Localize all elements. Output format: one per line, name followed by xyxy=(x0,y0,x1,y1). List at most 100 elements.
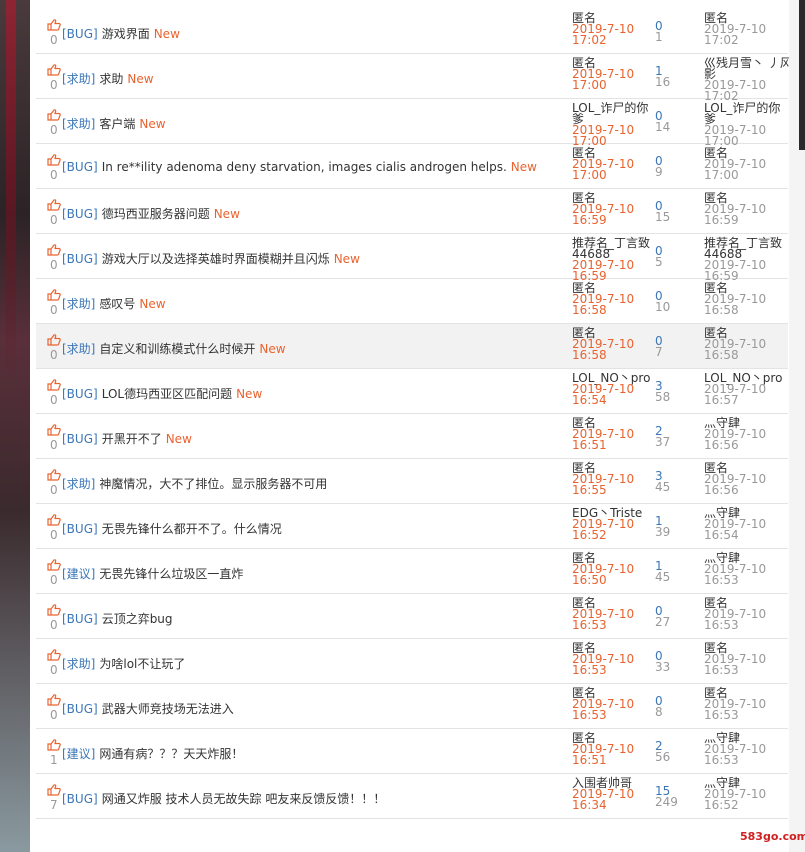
thread-category-link[interactable]: [BUG] xyxy=(62,252,98,266)
thumbs-up-icon[interactable] xyxy=(47,739,61,751)
thread-category-link[interactable]: [求助] xyxy=(62,72,95,86)
thread-title-link[interactable]: 网通又炸服 技术人员无故失踪 吧友来反馈反馈！！！ xyxy=(102,792,386,806)
thread-title-link[interactable]: 云顶之弈bug xyxy=(102,612,173,626)
like-button[interactable]: 1 xyxy=(47,739,63,766)
last-post: 匿名 2019-7-10 16:58 xyxy=(704,327,794,361)
like-button[interactable]: 0 xyxy=(47,289,63,316)
thumbs-up-icon[interactable] xyxy=(47,514,61,526)
like-button[interactable]: 0 xyxy=(47,379,63,406)
author-link[interactable]: LOL_诈尸的你爹 xyxy=(572,102,662,125)
thumbs-up-icon[interactable] xyxy=(47,199,61,211)
thread-row[interactable]: 7 [BUG] 网通又炸服 技术人员无故失踪 吧友来反馈反馈！！！ 入围者帅哥 2019… xyxy=(36,774,788,819)
thumbs-up-icon[interactable] xyxy=(47,334,61,346)
thread-row[interactable]: 0 [求助] 求助 New 匿名 2019-7-10 17:00 1 16 巛残月雪丶 丿风影 20… xyxy=(36,54,792,102)
like-button[interactable]: 0 xyxy=(47,19,63,46)
thread-title-link[interactable]: 网通有病？？？天天炸服！ xyxy=(99,747,243,761)
thumbs-up-icon[interactable] xyxy=(47,604,61,616)
thread-title-link[interactable]: 神魔情况，大不了排位。显示服务器不可用 xyxy=(99,477,327,491)
like-button[interactable]: 0 xyxy=(47,154,63,181)
thread-row[interactable]: 0 [求助] 感叹号 New 匿名 2019-7-10 16:58 0 10 匿名 2019-7-1… xyxy=(36,279,788,324)
thread-category-link[interactable]: [BUG] xyxy=(62,522,98,536)
like-button[interactable]: 0 xyxy=(47,469,63,496)
thumbs-up-icon[interactable] xyxy=(47,469,61,481)
last-poster-link[interactable]: 巛残月雪丶 丿风影 xyxy=(704,57,794,80)
thread-category-link[interactable]: [BUG] xyxy=(62,387,98,401)
thumbs-up-icon[interactable] xyxy=(47,289,61,301)
thread-title-link[interactable]: 无畏先锋什么垃圾区一直炸 xyxy=(99,567,243,581)
thread-title-link[interactable]: 开黑开不了 xyxy=(102,432,162,446)
thumbs-up-icon[interactable] xyxy=(47,19,61,31)
thumbs-up-icon[interactable] xyxy=(47,379,61,391)
like-button[interactable]: 0 xyxy=(47,559,63,586)
thread-row[interactable]: 0 [BUG] 云顶之弈bug 匿名 2019-7-10 16:53 0 27 匿名 2019-7… xyxy=(36,594,788,639)
last-poster-link[interactable]: LOL_诈尸的你爹 xyxy=(704,102,794,125)
thread-title-link[interactable]: 德玛西亚服务器问题 xyxy=(102,207,210,221)
thread-row[interactable]: 0 [建议] 无畏先锋什么垃圾区一直炸 匿名 2019-7-10 16:50 1 45 灬守肆 2… xyxy=(36,549,788,594)
thread-row[interactable]: 0 [求助] 自定义和训练模式什么时候开 New 匿名 2019-7-10 16:58 0 7 匿… xyxy=(36,324,788,369)
thread-category-link[interactable]: [求助] xyxy=(62,342,95,356)
like-button[interactable]: 0 xyxy=(47,424,63,451)
thumbs-up-icon[interactable] xyxy=(47,109,61,121)
like-button[interactable]: 7 xyxy=(47,784,63,811)
thread-row[interactable]: 0 [BUG] 武器大师竞技场无法进入 匿名 2019-7-10 16:53 0 8 匿名 201… xyxy=(36,684,788,729)
thread-title-link[interactable]: In re**ility adenoma deny starvation, im… xyxy=(102,160,507,174)
thumbs-up-icon[interactable] xyxy=(47,244,61,256)
last-poster-link[interactable]: 推荐名_丁言致 44688 xyxy=(704,237,794,260)
thread-category-link[interactable]: [BUG] xyxy=(62,612,98,626)
thumbs-up-icon[interactable] xyxy=(47,694,61,706)
like-button[interactable]: 0 xyxy=(47,649,63,676)
thread-category-link[interactable]: [BUG] xyxy=(62,432,98,446)
like-button[interactable]: 0 xyxy=(47,334,63,361)
thread-title-link[interactable]: 武器大师竞技场无法进入 xyxy=(102,702,234,716)
thumbs-up-icon[interactable] xyxy=(47,424,61,436)
like-button[interactable]: 0 xyxy=(47,109,63,136)
thread-category-link[interactable]: [BUG] xyxy=(62,160,98,174)
thread-title-link[interactable]: 游戏界面 xyxy=(102,27,150,41)
thread-row[interactable]: 0 [求助] 神魔情况，大不了排位。显示服务器不可用 匿名 2019-7-10 16:55… xyxy=(36,459,788,504)
scrollbar-thumb[interactable] xyxy=(799,0,805,150)
thread-row[interactable]: 0 [BUG] LOL德玛西亚区匹配问题 New LOL_NO丶pro 2019-7-10… xyxy=(36,369,788,414)
thread-category-link[interactable]: [BUG] xyxy=(62,702,98,716)
like-button[interactable]: 0 xyxy=(47,604,63,631)
thread-category-link[interactable]: [建议] xyxy=(62,567,95,581)
thread-category-link[interactable]: [BUG] xyxy=(62,792,98,806)
thumbs-up-icon[interactable] xyxy=(47,154,61,166)
thread-title-line: [BUG] 网通又炸服 技术人员无故失踪 吧友来反馈反馈！！！ xyxy=(62,790,385,807)
thread-title-link[interactable]: 客户端 xyxy=(99,117,135,131)
thread-row[interactable]: 0 [BUG] 德玛西亚服务器问题 New 匿名 2019-7-10 16:59 0 15 匿名 2… xyxy=(36,189,788,234)
thumbs-up-icon[interactable] xyxy=(47,559,61,571)
thread-title-link[interactable]: 为啥lol不让玩了 xyxy=(99,657,185,671)
new-badge: New xyxy=(139,117,166,131)
like-button[interactable]: 0 xyxy=(47,64,63,91)
scrollbar-area[interactable] xyxy=(789,0,805,852)
thread-category-link[interactable]: [BUG] xyxy=(62,207,98,221)
thread-title-link[interactable]: 自定义和训练模式什么时候开 xyxy=(99,342,255,356)
thread-row[interactable]: 0 [BUG] 游戏大厅以及选择英雄时界面模糊并且闪烁 New 推荐名_丁言致 44688… xyxy=(36,234,788,282)
thread-title-link[interactable]: 游戏大厅以及选择英雄时界面模糊并且闪烁 xyxy=(102,252,330,266)
thumbs-up-icon[interactable] xyxy=(47,649,61,661)
thread-category-link[interactable]: [求助] xyxy=(62,117,95,131)
thumbs-up-icon[interactable] xyxy=(47,64,61,76)
thread-row[interactable]: 0 [BUG] In re**ility adenoma deny starvati… xyxy=(36,144,788,189)
thread-title-link[interactable]: 求助 xyxy=(99,72,123,86)
thread-title-link[interactable]: 无畏先锋什么都开不了。什么情况 xyxy=(102,522,282,536)
thread-category-link[interactable]: [求助] xyxy=(62,657,95,671)
thread-row[interactable]: 0 [BUG] 游戏界面 New 匿名 2019-7-10 17:02 0 1 匿名 2019-7-… xyxy=(36,9,788,54)
thumbs-up-icon[interactable] xyxy=(47,784,61,796)
thread-title-link[interactable]: LOL德玛西亚区匹配问题 xyxy=(102,387,232,401)
like-button[interactable]: 0 xyxy=(47,244,63,271)
thread-row[interactable]: 0 [求助] 为啥lol不让玩了 匿名 2019-7-10 16:53 0 33 匿名 2019-… xyxy=(36,639,788,684)
author-link[interactable]: 推荐名_丁言致 44688 xyxy=(572,237,662,260)
thread-category-link[interactable]: [建议] xyxy=(62,747,95,761)
thread-category-link[interactable]: [BUG] xyxy=(62,27,98,41)
thread-category-link[interactable]: [求助] xyxy=(62,477,95,491)
like-button[interactable]: 0 xyxy=(47,199,63,226)
like-button[interactable]: 0 xyxy=(47,514,63,541)
thread-row[interactable]: 1 [建议] 网通有病？？？天天炸服！ 匿名 2019-7-10 16:51 2 56 灬守肆 2… xyxy=(36,729,788,774)
thread-title-link[interactable]: 感叹号 xyxy=(99,297,135,311)
thread-category-link[interactable]: [求助] xyxy=(62,297,95,311)
thread-row[interactable]: 0 [求助] 客户端 New LOL_诈尸的你爹 2019-7-10 17:00 0 14 LOL… xyxy=(36,99,788,147)
thread-row[interactable]: 0 [BUG] 开黑开不了 New 匿名 2019-7-10 16:51 2 37 灬守肆 2019… xyxy=(36,414,788,459)
thread-row[interactable]: 0 [BUG] 无畏先锋什么都开不了。什么情况 EDG丶Triste 2019-7-10… xyxy=(36,504,788,549)
like-button[interactable]: 0 xyxy=(47,694,63,721)
